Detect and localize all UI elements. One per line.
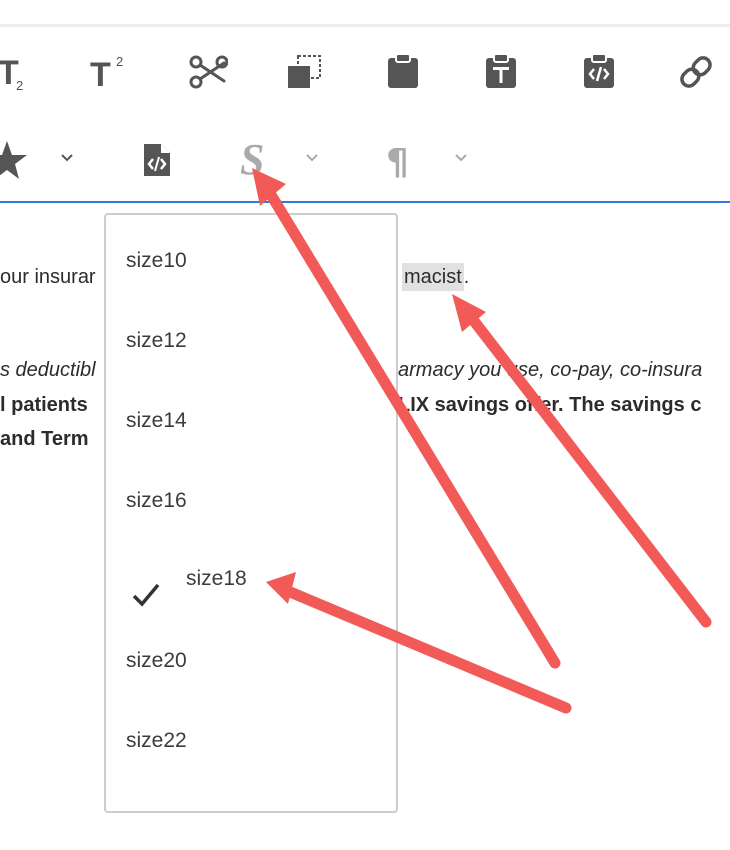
font-size-option-size24[interactable]: size24 <box>106 781 396 811</box>
option-label: size20 <box>126 649 187 672</box>
editor-line-1-period: . <box>463 266 470 288</box>
option-label: size16 <box>126 489 187 512</box>
superscript-digit: 2 <box>116 54 123 69</box>
arrowhead-highlight <box>452 294 486 332</box>
font-size-option-size20[interactable]: size20 <box>106 621 396 701</box>
link-icon[interactable] <box>678 54 714 90</box>
styles-icon[interactable]: S <box>238 136 274 182</box>
subscript-icon[interactable]: T 2 <box>0 50 40 96</box>
toolbar-divider <box>0 201 730 203</box>
styles-chevron-down-icon[interactable] <box>305 153 319 163</box>
special-characters-icon[interactable] <box>0 140 28 180</box>
special-characters-chevron-down-icon[interactable] <box>60 153 74 163</box>
superscript-icon[interactable]: T 2 <box>88 50 132 96</box>
arrow-to-highlighted-word <box>458 302 712 628</box>
editor-line-4-left[interactable]: and Term <box>0 426 89 452</box>
option-label: size18 <box>186 567 247 590</box>
styles-letter: S <box>240 136 264 182</box>
editor-line-3-right[interactable]: LIX savings offer. The savings c <box>398 392 701 418</box>
editor-line-1[interactable]: our insurar <box>0 264 96 290</box>
paragraph-chevron-down-icon[interactable] <box>454 153 468 163</box>
superscript-letter: T <box>90 56 111 94</box>
font-size-option-size16[interactable]: size16 <box>106 461 396 541</box>
option-label: size12 <box>126 329 187 352</box>
editor-line-1-right[interactable]: macist. <box>402 263 470 291</box>
highlighted-word: macist <box>402 263 464 291</box>
source-edit-icon[interactable] <box>143 143 171 177</box>
paste-from-word-icon[interactable] <box>583 53 615 89</box>
option-label: size22 <box>126 729 187 752</box>
font-size-option-size22[interactable]: size22 <box>106 701 396 781</box>
font-size-option-size18[interactable]: size18 <box>106 539 396 619</box>
font-size-option-size14[interactable]: size14 <box>106 381 396 461</box>
paragraph-mark: ¶ <box>386 142 409 182</box>
top-bar <box>0 0 730 27</box>
checkmark-icon <box>131 564 161 607</box>
editor-line-2-left[interactable]: s deductibl <box>0 357 96 383</box>
cut-icon[interactable] <box>188 54 228 90</box>
editor-line-1-left: our insurar <box>0 266 96 288</box>
editor-line-3-left[interactable]: l patients <box>0 392 88 418</box>
option-label: size14 <box>126 409 187 432</box>
subscript-digit: 2 <box>16 78 23 93</box>
paste-icon[interactable] <box>387 53 419 89</box>
font-size-option-size10[interactable]: size10 <box>106 221 396 301</box>
font-size-dropdown[interactable]: size10 size12 size14 size16 size18 size2… <box>104 213 398 813</box>
copy-icon[interactable] <box>287 55 323 89</box>
paragraph-format-icon[interactable]: ¶ <box>386 138 418 182</box>
font-size-option-size12[interactable]: size12 <box>106 301 396 381</box>
option-label: size10 <box>126 249 187 272</box>
editor-line-2-right[interactable]: armacy you use, co-pay, co-insura <box>398 357 702 383</box>
paste-as-text-icon[interactable] <box>485 53 517 89</box>
option-label: size24 <box>126 781 187 811</box>
